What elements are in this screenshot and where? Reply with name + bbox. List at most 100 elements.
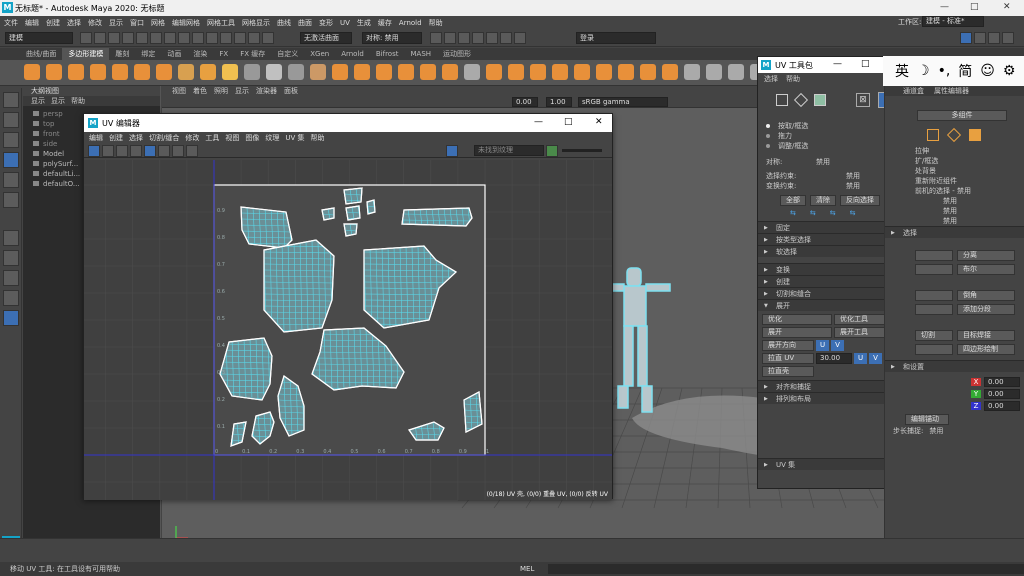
menu-item[interactable]: 曲面 [298, 18, 312, 28]
shelf-tool-icon[interactable] [112, 64, 128, 80]
symmetry-dropdown[interactable]: 对称: 禁用 [362, 32, 422, 44]
select-edge-icon[interactable] [178, 32, 190, 44]
uv-menu-item[interactable]: 视图 [225, 132, 239, 144]
ime-button[interactable]: ⚙ [1003, 63, 1016, 79]
menu-item[interactable]: 缓存 [378, 18, 392, 28]
shelf-tool-icon[interactable] [134, 64, 150, 80]
uv-menu-item[interactable]: UV 集 [285, 132, 304, 144]
shelf-tool-icon[interactable] [530, 64, 546, 80]
viewport-menu-item[interactable]: 渲染器 [256, 86, 277, 96]
bevel-left-button[interactable] [915, 289, 953, 301]
shelf-tab[interactable]: FX 缓存 [234, 48, 271, 60]
straighten-shell-button[interactable]: 拉直壳 [762, 366, 814, 377]
snap-curve-icon[interactable] [234, 32, 246, 44]
optimize-button[interactable]: 优化 [762, 314, 832, 325]
face-icon[interactable] [969, 129, 981, 141]
viewport-menu-item[interactable]: 照明 [214, 86, 228, 96]
channel-box-icon[interactable] [1002, 32, 1014, 44]
grow-icon[interactable]: ⇆ [790, 209, 796, 217]
last-tool-icon[interactable] [3, 230, 19, 246]
uv-menu-item[interactable]: 创建 [109, 132, 123, 144]
uv-menu-item[interactable]: 工具 [205, 132, 219, 144]
menu-item[interactable]: 网格显示 [242, 18, 270, 28]
hypershade-icon[interactable] [472, 32, 484, 44]
four-view-icon[interactable] [3, 270, 19, 286]
shelf-tab[interactable]: FX [213, 48, 234, 60]
image-display-icon[interactable] [102, 145, 114, 157]
quad-left-button[interactable] [915, 343, 953, 355]
shelf-tool-icon[interactable] [596, 64, 612, 80]
uv-layout-icon[interactable] [3, 310, 19, 326]
ime-button[interactable]: 英 [895, 61, 909, 81]
shelf-tool-icon[interactable] [244, 64, 260, 80]
shelf-tool-icon[interactable] [46, 64, 62, 80]
uv-mode-icon[interactable]: ⊠ [856, 93, 870, 107]
mode-dropdown[interactable]: 建模 [5, 32, 73, 44]
shelf-tool-icon[interactable] [354, 64, 370, 80]
straighten-uv-button[interactable]: 拉直 UV [762, 353, 814, 364]
select-mode-icon[interactable] [150, 32, 162, 44]
selection-button[interactable]: 全部 [780, 195, 806, 206]
cut-button[interactable]: 切割 [915, 329, 953, 341]
uv-close-button[interactable]: ✕ [595, 117, 603, 127]
snap-view-icon[interactable] [262, 32, 274, 44]
uv-minimize-button[interactable]: — [534, 117, 543, 127]
uv-canvas[interactable]: 0.9 0.8 0.7 0.6 0.5 0.4 0.3 0.2 0.1 0 0.1 0.2 0.3 0.4… [84, 160, 612, 500]
viewport-menu-item[interactable]: 显示 [235, 86, 249, 96]
menu-item[interactable]: 文件 [4, 18, 18, 28]
boolean-left-button[interactable] [915, 263, 953, 275]
uvtk-menu-item[interactable]: 帮助 [786, 74, 800, 84]
redo-icon[interactable] [136, 32, 148, 44]
attr-row[interactable]: 重新附近组件 [885, 176, 1024, 186]
menu-item[interactable]: 选择 [67, 18, 81, 28]
shelf-tab[interactable]: 绑定 [135, 48, 161, 60]
ime-button[interactable]: ☺ [980, 63, 995, 79]
shelf-tool-icon[interactable] [684, 64, 700, 80]
uv-shell[interactable] [343, 187, 363, 205]
distortion-icon[interactable] [158, 145, 170, 157]
lasso-tool-icon[interactable] [3, 112, 19, 128]
select-tool-icon[interactable] [3, 92, 19, 108]
minimize-button[interactable]: — [940, 2, 949, 12]
axis-value-field[interactable]: 0.00 [984, 389, 1020, 399]
shell-icon[interactable]: ⇆ [830, 209, 836, 217]
texture-toggle-icon[interactable] [446, 145, 458, 157]
menu-item[interactable]: 网格工具 [207, 18, 235, 28]
move-tool-icon[interactable] [3, 152, 19, 168]
ime-button[interactable]: 简 [958, 61, 972, 81]
shelf-tool-icon[interactable] [178, 64, 194, 80]
step-snap-value[interactable]: 禁用 [929, 427, 943, 435]
time-slider-strip[interactable] [0, 538, 1024, 562]
rotate-tool-icon[interactable] [3, 172, 19, 188]
scale-tool-icon[interactable] [3, 192, 19, 208]
shelf-tool-icon[interactable] [662, 64, 678, 80]
menu-item[interactable]: 曲线 [277, 18, 291, 28]
snapshot-icon[interactable] [186, 145, 198, 157]
shelf-tool-icon[interactable] [222, 64, 238, 80]
unfold-button[interactable]: 展开 [762, 327, 832, 338]
snap-point-icon[interactable] [248, 32, 260, 44]
shelf-tool-icon[interactable] [398, 64, 414, 80]
shelf-tab[interactable]: 曲线/曲面 [20, 48, 62, 60]
uv-menu-item[interactable]: 选择 [129, 132, 143, 144]
menu-item[interactable]: 生成 [357, 18, 371, 28]
shelf-tab[interactable]: 动画 [161, 48, 187, 60]
edge-mode-icon[interactable] [793, 92, 809, 108]
refresh-icon[interactable] [546, 145, 558, 157]
shelf-tool-icon[interactable] [728, 64, 744, 80]
exposure-slider[interactable] [562, 149, 602, 152]
single-view-icon[interactable] [3, 250, 19, 266]
shelf-tab[interactable]: 运动图形 [437, 48, 477, 60]
vertex-mode-icon[interactable] [776, 94, 788, 106]
uv-menu-item[interactable]: 图像 [245, 132, 259, 144]
edge-icon[interactable] [946, 127, 962, 143]
shelf-tool-icon[interactable] [310, 64, 326, 80]
paint-select-icon[interactable] [3, 132, 19, 148]
uvtk-maximize-button[interactable]: □ [861, 59, 870, 69]
radio-icon[interactable] [766, 124, 770, 128]
modeling-toolkit-icon[interactable] [960, 32, 972, 44]
shelf-tab[interactable]: Arnold [335, 48, 370, 60]
grid-toggle-icon[interactable] [88, 145, 100, 157]
colorspace-dropdown[interactable]: sRGB gamma [578, 97, 668, 107]
ime-button[interactable]: •, [938, 63, 951, 79]
